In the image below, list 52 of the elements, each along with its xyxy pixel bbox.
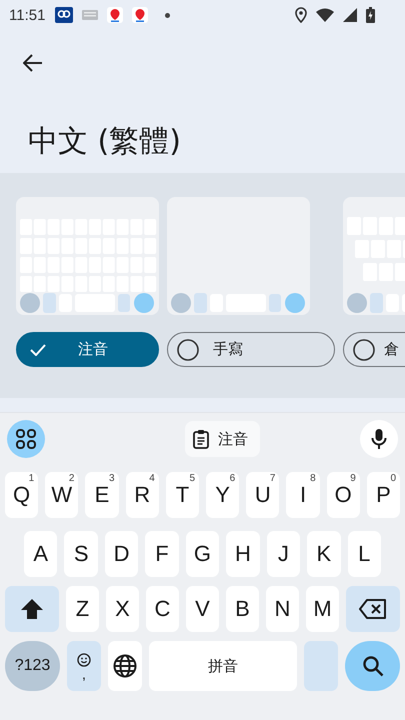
search-key[interactable] bbox=[345, 641, 400, 691]
more-notifications-icon bbox=[165, 12, 170, 18]
page-title: 中文 (繁體) bbox=[28, 124, 182, 160]
letter-key[interactable]: M bbox=[306, 586, 339, 632]
symbols-key[interactable]: ?123 bbox=[5, 641, 60, 691]
letter-key[interactable]: V bbox=[186, 586, 219, 632]
letter-key[interactable]: S bbox=[64, 531, 98, 577]
letter-key[interactable]: B bbox=[226, 586, 259, 632]
clipboard-icon bbox=[193, 429, 209, 449]
app-notification-icon bbox=[55, 7, 74, 23]
check-icon bbox=[30, 344, 46, 356]
letter-key[interactable]: X bbox=[106, 586, 139, 632]
smiley-icon bbox=[77, 653, 91, 667]
globe-key[interactable] bbox=[108, 641, 142, 691]
map-pin-app-icon bbox=[107, 7, 124, 23]
layout-chip[interactable]: 手寫 bbox=[167, 332, 335, 367]
layout-chip[interactable]: 倉 bbox=[343, 332, 405, 367]
location-icon bbox=[295, 7, 307, 23]
letter-key[interactable]: N bbox=[266, 586, 299, 632]
search-icon bbox=[362, 655, 384, 677]
letter-key[interactable]: C bbox=[146, 586, 179, 632]
wifi-icon bbox=[316, 8, 334, 22]
letter-key[interactable]: D bbox=[104, 531, 138, 577]
microphone-button[interactable] bbox=[360, 420, 398, 458]
radio-circle-icon bbox=[353, 338, 375, 360]
letter-key[interactable]: F bbox=[145, 531, 179, 577]
radio-circle-icon bbox=[177, 338, 199, 360]
letter-key[interactable]: L bbox=[348, 531, 381, 577]
back-arrow-icon[interactable] bbox=[23, 54, 43, 72]
layout-chip[interactable]: 注音 bbox=[16, 332, 159, 367]
shift-arrow-icon bbox=[20, 598, 44, 620]
letter-key[interactable]: A bbox=[24, 531, 58, 577]
letter-key[interactable]: K bbox=[307, 531, 340, 577]
grid-icon bbox=[16, 429, 36, 449]
shift-key[interactable] bbox=[5, 586, 59, 632]
letter-key[interactable]: H bbox=[226, 531, 260, 577]
status-time: 11:51 bbox=[9, 6, 46, 24]
microphone-icon bbox=[371, 428, 387, 450]
emoji-comma-key[interactable]: , bbox=[67, 641, 101, 691]
globe-icon bbox=[113, 654, 137, 678]
letter-key[interactable]: G bbox=[186, 531, 220, 577]
letter-key[interactable]: J bbox=[266, 531, 300, 577]
apps-grid-button[interactable] bbox=[7, 420, 45, 458]
keyboard-icon bbox=[82, 10, 98, 20]
map-pin-app-icon bbox=[132, 7, 148, 23]
clipboard-button[interactable]: 注音 bbox=[185, 421, 260, 457]
backspace-key[interactable] bbox=[346, 586, 400, 632]
space-key[interactable]: 拼音 bbox=[149, 641, 297, 691]
backspace-icon bbox=[359, 599, 387, 619]
letter-key[interactable]: Z bbox=[66, 586, 99, 632]
battery-icon bbox=[366, 7, 375, 23]
signal-icon bbox=[343, 8, 357, 22]
